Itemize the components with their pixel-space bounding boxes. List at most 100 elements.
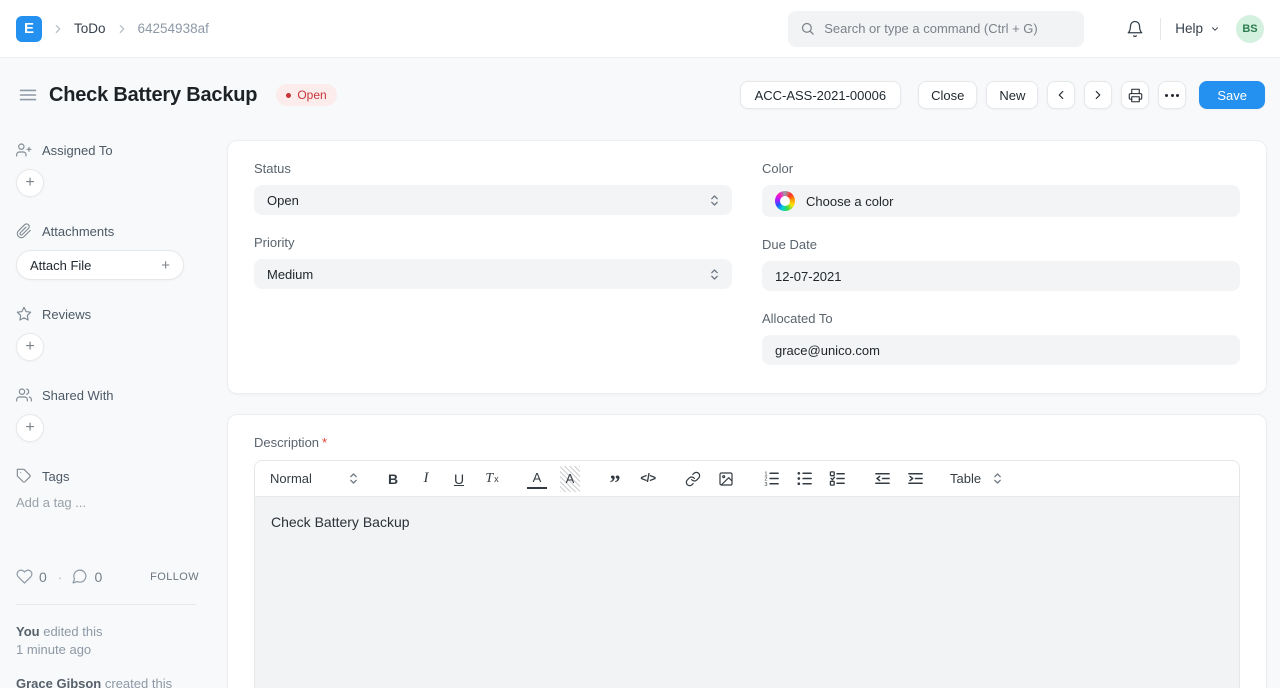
sidebar-divider — [16, 604, 196, 605]
navbar-center — [788, 11, 1084, 47]
clear-format-x: x — [494, 474, 499, 484]
select-caret-icon — [710, 267, 719, 282]
like-count[interactable]: 0 — [39, 569, 47, 585]
description-editor-content[interactable]: Check Battery Backup — [255, 497, 1239, 688]
heart-icon[interactable] — [16, 568, 33, 585]
check-list-button[interactable] — [827, 466, 847, 492]
print-button[interactable] — [1121, 81, 1149, 109]
tags-section: Tags — [16, 468, 211, 484]
due-date-input[interactable]: 12-07-2021 — [762, 261, 1240, 291]
add-review-button[interactable]: + — [16, 333, 44, 361]
table-menu[interactable]: Table — [950, 466, 1002, 492]
highlight-color-button[interactable]: A — [560, 466, 580, 492]
close-button[interactable]: Close — [918, 81, 977, 109]
attach-file-button[interactable]: Attach File + — [16, 250, 184, 280]
breadcrumb: E ToDo 64254938af — [16, 16, 209, 42]
top-navbar: E ToDo 64254938af Help BS — [0, 0, 1280, 58]
comment-count[interactable]: 0 — [94, 569, 102, 585]
reviews-label: Reviews — [42, 307, 91, 322]
paragraph-style-select[interactable]: Normal — [270, 466, 358, 492]
priority-label: Priority — [254, 235, 732, 250]
code-block-button[interactable]: </> — [638, 466, 658, 492]
chevron-right-icon — [51, 22, 65, 36]
details-section-card: Status Open Priority Medium — [227, 140, 1267, 394]
previous-document-button[interactable] — [1047, 81, 1075, 109]
next-document-button[interactable] — [1084, 81, 1112, 109]
priority-field: Priority Medium — [254, 235, 732, 289]
star-icon — [16, 306, 32, 322]
select-caret-icon — [710, 193, 719, 208]
insert-link-button[interactable] — [683, 466, 703, 492]
document-id-button[interactable]: ACC-ASS-2021-00006 — [740, 81, 902, 109]
notifications-bell-icon[interactable] — [1122, 16, 1148, 42]
attachments-label: Attachments — [42, 224, 114, 239]
description-label-row: Description* — [254, 435, 1240, 450]
outdent-icon — [874, 470, 891, 487]
search-input[interactable] — [824, 21, 1072, 36]
chevron-right-icon — [115, 22, 129, 36]
clear-format-button[interactable]: Tx — [482, 466, 502, 492]
tags-label: Tags — [42, 469, 69, 484]
bold-button[interactable]: B — [383, 466, 403, 492]
breadcrumb-doctype[interactable]: ToDo — [74, 21, 106, 36]
indent-button[interactable] — [905, 466, 925, 492]
assigned-to-section: Assigned To — [16, 142, 211, 158]
description-section-card: Description* Normal B I U Tx — [227, 414, 1267, 688]
users-icon — [16, 387, 32, 403]
breadcrumb-docname[interactable]: 64254938af — [138, 21, 209, 36]
user-avatar[interactable]: BS — [1236, 15, 1264, 43]
sidebar-toggle-icon[interactable] — [16, 83, 40, 107]
bullet-list-button[interactable] — [794, 466, 814, 492]
image-icon — [718, 471, 734, 487]
ordered-list-icon: 123 — [763, 470, 780, 487]
help-menu[interactable]: Help — [1175, 21, 1220, 36]
help-label: Help — [1175, 21, 1203, 36]
blockquote-button[interactable]: ” — [605, 466, 625, 492]
activity-item: You edited this 1 minute ago — [16, 623, 211, 660]
color-field: Color Choose a color — [762, 161, 1240, 217]
new-button[interactable]: New — [986, 81, 1038, 109]
reviews-section: Reviews — [16, 306, 211, 322]
comment-icon[interactable] — [71, 568, 88, 585]
add-assignment-button[interactable]: + — [16, 169, 44, 197]
outdent-button[interactable] — [872, 466, 892, 492]
insert-image-button[interactable] — [716, 466, 736, 492]
more-menu-button[interactable] — [1158, 81, 1186, 109]
editor-toolbar: Normal B I U Tx A A — [255, 461, 1239, 497]
check-list-icon — [829, 470, 846, 487]
priority-select[interactable]: Medium — [254, 259, 732, 289]
follow-button[interactable]: FOLLOW — [150, 571, 199, 583]
status-select[interactable]: Open — [254, 185, 732, 215]
text-color-button[interactable]: A — [527, 469, 547, 489]
form-body: Status Open Priority Medium — [227, 132, 1280, 688]
shared-with-section: Shared With — [16, 387, 211, 403]
italic-button[interactable]: I — [416, 466, 436, 492]
underline-button[interactable]: U — [449, 466, 469, 492]
color-placeholder: Choose a color — [806, 194, 893, 209]
allocated-to-input[interactable]: grace@unico.com — [762, 335, 1240, 365]
status-dot-icon — [286, 93, 291, 98]
assigned-to-label: Assigned To — [42, 143, 113, 158]
printer-icon — [1128, 88, 1143, 103]
attach-file-label: Attach File — [30, 258, 91, 273]
navbar-right: Help BS — [1122, 15, 1264, 43]
add-share-button[interactable]: + — [16, 414, 44, 442]
ordered-list-button[interactable]: 123 — [761, 466, 781, 492]
app-logo[interactable]: E — [16, 16, 42, 42]
plus-icon: + — [161, 257, 170, 274]
required-marker: * — [322, 435, 327, 450]
description-label: Description — [254, 435, 319, 450]
chevron-right-icon — [1091, 88, 1105, 102]
global-search[interactable] — [788, 11, 1084, 47]
clear-format-t: T — [485, 471, 493, 487]
save-button[interactable]: Save — [1199, 81, 1265, 109]
navbar-divider — [1160, 18, 1161, 40]
select-caret-icon — [993, 471, 1002, 486]
paragraph-style-value: Normal — [270, 471, 312, 486]
chevron-down-icon — [1210, 24, 1220, 34]
activity-user: You — [16, 624, 40, 639]
add-tag-input[interactable]: Add a tag ... — [16, 495, 211, 510]
allocated-to-label: Allocated To — [762, 311, 1240, 326]
color-picker[interactable]: Choose a color — [762, 185, 1240, 217]
due-date-field: Due Date 12-07-2021 — [762, 237, 1240, 291]
